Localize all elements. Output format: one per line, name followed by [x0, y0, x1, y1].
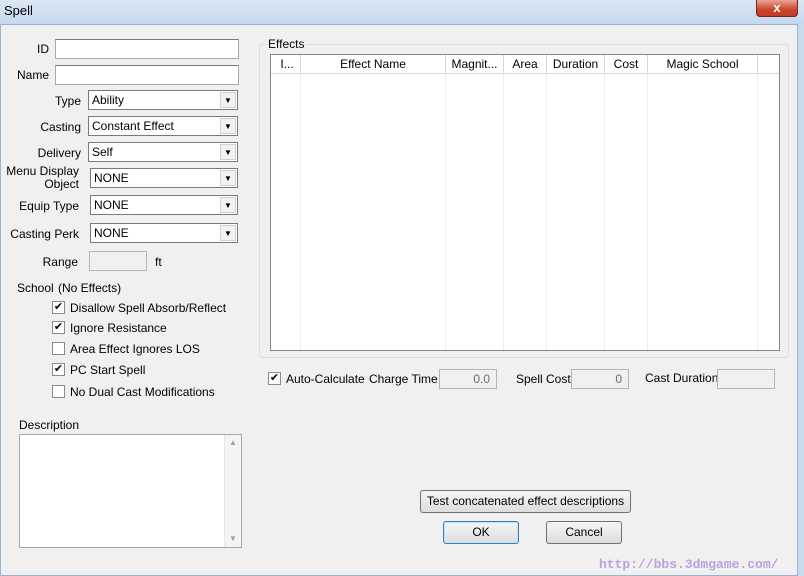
checkbox-label: No Dual Cast Modifications — [70, 385, 215, 399]
window-title: Spell — [4, 3, 33, 18]
menu-display-label: Menu Display Object — [5, 165, 79, 191]
menu-display-select[interactable]: NONE ▼ — [90, 168, 238, 188]
name-label: Name — [16, 68, 49, 82]
id-input[interactable] — [55, 39, 239, 59]
charge-time-input[interactable]: 0.0 — [439, 369, 497, 389]
column-gridline — [503, 74, 504, 350]
title-bar: Spell x — [0, 0, 804, 24]
scroll-up-icon[interactable]: ▲ — [225, 435, 241, 451]
id-label: ID — [37, 42, 49, 56]
checkbox-box[interactable] — [52, 342, 65, 355]
watermark-text: http://bbs.3dmgame.com/ — [599, 557, 779, 572]
equip-type-value: NONE — [94, 198, 129, 212]
checkbox-box[interactable]: ✔ — [52, 301, 65, 314]
type-select[interactable]: Ability ▼ — [88, 90, 238, 110]
equip-type-label: Equip Type — [19, 199, 79, 213]
chevron-down-icon[interactable]: ▼ — [220, 118, 236, 134]
casting-value: Constant Effect — [92, 119, 174, 133]
chevron-down-icon[interactable]: ▼ — [220, 225, 236, 241]
column-header-effect-name[interactable]: Effect Name — [301, 55, 446, 73]
equip-type-select[interactable]: NONE ▼ — [90, 195, 238, 215]
cast-duration-input[interactable] — [717, 369, 775, 389]
effects-group-title: Effects — [266, 37, 307, 51]
description-label: Description — [19, 418, 80, 432]
auto-calculate-label: Auto-Calculate — [286, 372, 365, 386]
range-unit: ft — [155, 255, 162, 269]
school-label: School — [17, 281, 54, 295]
column-gridline — [300, 74, 301, 350]
checkbox-box[interactable]: ✔ — [52, 363, 65, 376]
delivery-select[interactable]: Self ▼ — [88, 142, 238, 162]
effects-list-header: I... Effect Name Magnit... Area Duration… — [271, 55, 779, 74]
chevron-down-icon[interactable]: ▼ — [220, 197, 236, 213]
menu-display-label-line1: Menu Display — [6, 164, 79, 178]
column-header-duration[interactable]: Duration — [547, 55, 605, 73]
checkbox-label: PC Start Spell — [70, 363, 146, 377]
close-icon: x — [773, 0, 781, 15]
charge-time-label: Charge Time — [369, 372, 438, 386]
checkbox-label: Area Effect Ignores LOS — [70, 342, 200, 356]
checkbox-box[interactable]: ✔ — [52, 321, 65, 334]
range-input[interactable] — [89, 251, 147, 271]
chevron-down-icon[interactable]: ▼ — [220, 144, 236, 160]
column-header-area[interactable]: Area — [504, 55, 547, 73]
column-gridline — [604, 74, 605, 350]
casting-select[interactable]: Constant Effect ▼ — [88, 116, 238, 136]
type-label: Type — [54, 94, 81, 108]
menu-display-value: NONE — [94, 171, 129, 185]
type-value: Ability — [92, 93, 125, 107]
delivery-label: Delivery — [37, 146, 81, 160]
delivery-value: Self — [92, 145, 113, 159]
cast-duration-label: Cast Duration — [645, 371, 719, 385]
checkbox-box[interactable]: ✔ — [268, 372, 281, 385]
column-gridline — [647, 74, 648, 350]
menu-display-label-line2: Object — [44, 177, 79, 191]
checkbox-label: Ignore Resistance — [70, 321, 167, 335]
test-descriptions-button[interactable]: Test concatenated effect descriptions — [420, 490, 631, 513]
checkbox-label: Disallow Spell Absorb/Reflect — [70, 301, 227, 315]
description-textarea[interactable]: ▲ ▼ — [19, 434, 242, 548]
chevron-down-icon[interactable]: ▼ — [220, 92, 236, 108]
scroll-down-icon[interactable]: ▼ — [225, 531, 241, 547]
column-header-magnitude[interactable]: Magnit... — [446, 55, 504, 73]
chevron-down-icon[interactable]: ▼ — [220, 170, 236, 186]
checkbox-box[interactable] — [52, 385, 65, 398]
column-header-cost[interactable]: Cost — [605, 55, 648, 73]
ok-button[interactable]: OK — [443, 521, 519, 544]
close-button[interactable]: x — [756, 0, 798, 17]
dialog-client: ID Name Type Ability ▼ Casting Constant … — [0, 24, 798, 576]
column-header-magic-school[interactable]: Magic School — [648, 55, 758, 73]
description-scrollbar[interactable]: ▲ ▼ — [224, 435, 241, 547]
column-gridline — [445, 74, 446, 350]
column-gridline — [757, 74, 758, 350]
name-input[interactable] — [55, 65, 239, 85]
column-header-index[interactable]: I... — [274, 55, 301, 73]
column-gridline — [546, 74, 547, 350]
casting-perk-label: Casting Perk — [10, 227, 79, 241]
spell-cost-input[interactable]: 0 — [571, 369, 629, 389]
range-label: Range — [42, 255, 78, 269]
casting-perk-value: NONE — [94, 226, 129, 240]
spell-cost-label: Spell Cost — [516, 372, 571, 386]
cancel-button[interactable]: Cancel — [546, 521, 622, 544]
casting-label: Casting — [40, 120, 81, 134]
effects-list[interactable]: I... Effect Name Magnit... Area Duration… — [270, 54, 780, 351]
casting-perk-select[interactable]: NONE ▼ — [90, 223, 238, 243]
school-value: (No Effects) — [58, 281, 122, 295]
